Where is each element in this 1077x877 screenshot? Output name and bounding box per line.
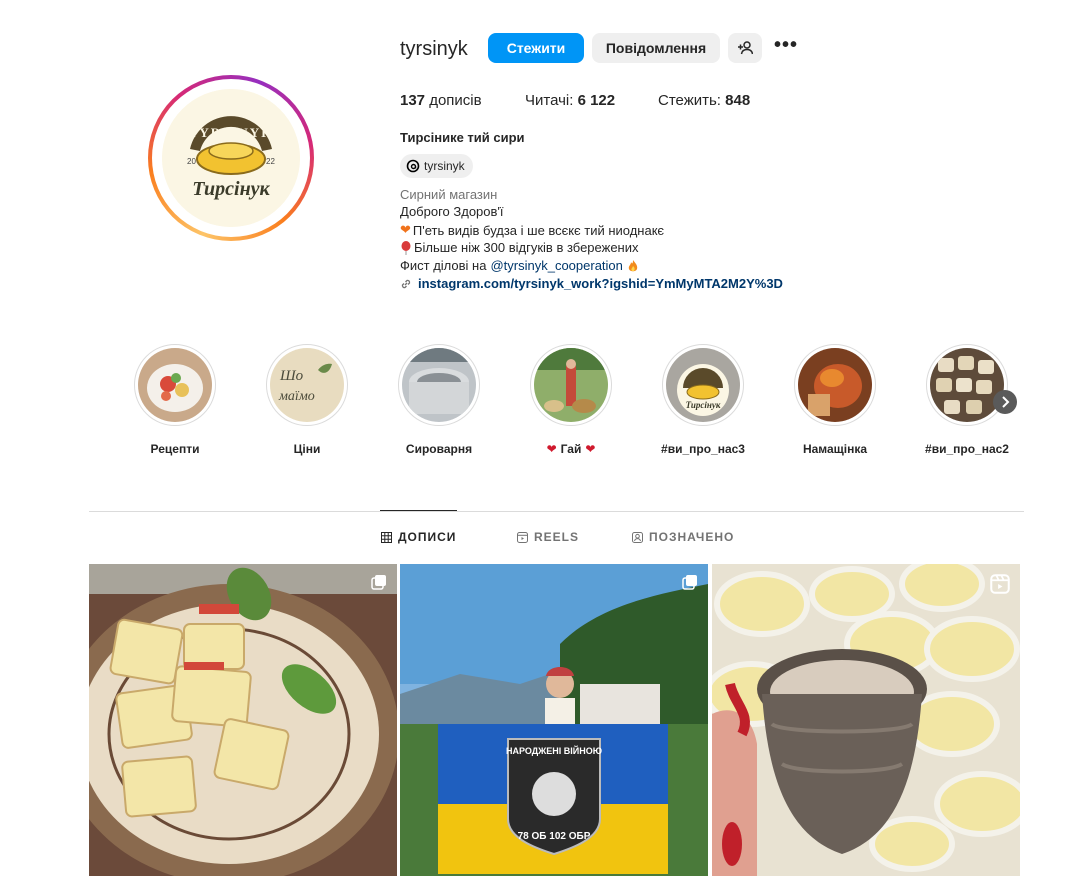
chevron-right-icon[interactable]	[993, 390, 1017, 414]
bio-line-2-row: ❤ П'еть видів будза і ше всєкє тий ниодн…	[400, 222, 664, 238]
posts-count: 137	[400, 92, 426, 109]
suggest-user-button[interactable]	[728, 33, 762, 63]
orange-heart-icon: ❤	[400, 222, 411, 237]
follow-button[interactable]: Стежити	[488, 33, 584, 63]
tab-tagged[interactable]: ПОЗНАЧЕНО	[632, 530, 734, 544]
highlight-cheese-dairy-thumbnail	[402, 348, 476, 422]
posts-stat: 137 дописів	[400, 92, 482, 109]
highlight-recipes[interactable]: Рецепти	[130, 344, 220, 456]
post-image: НАРОДЖЕНІ ВІЙНОЮ 78 OБ 102 ОБР	[400, 564, 708, 876]
threads-icon	[406, 159, 420, 173]
post-thumbnail-sandwiches[interactable]	[89, 564, 397, 876]
external-link[interactable]: instagram.com/tyrsinyk_work?igshid=YmMyM…	[418, 276, 783, 291]
post-thumbnail-flag[interactable]: НАРОДЖЕНІ ВІЙНОЮ 78 OБ 102 ОБР	[400, 564, 708, 876]
post-image	[89, 564, 397, 876]
highlight-recipes-thumbnail	[138, 348, 212, 422]
post-image	[712, 564, 1020, 876]
highlight-label: Рецепти	[150, 442, 200, 456]
highlight-grove[interactable]: ❤ Гай ❤	[526, 344, 616, 456]
svg-text:22: 22	[266, 157, 275, 166]
followers-stat[interactable]: Читачі: 6 122	[525, 92, 615, 109]
highlight-spread-thumbnail	[798, 348, 872, 422]
following-count: 848	[725, 92, 751, 109]
tagged-icon	[632, 531, 643, 543]
reels-icon	[517, 531, 528, 543]
highlight-reviews-3[interactable]: Тирсінук #ви_про_нас3	[658, 344, 748, 456]
carousel-icon	[371, 575, 386, 590]
fire-icon	[628, 259, 638, 271]
followers-label: Читачі:	[525, 92, 574, 109]
highlight-prices-thumbnail: Шо маїмо	[270, 348, 344, 422]
red-heart-icon: ❤	[546, 442, 557, 456]
carousel-icon	[682, 575, 697, 590]
profile-avatar[interactable]: TYRSINYK 20 22 Тирсінук	[148, 75, 314, 241]
highlight-cheese-dairy[interactable]: Сироварня	[394, 344, 484, 456]
highlight-reviews-2-thumbnail	[930, 348, 1004, 422]
cooperation-mention-link[interactable]: @tyrsinyk_cooperation	[490, 258, 622, 273]
external-link-row[interactable]: instagram.com/tyrsinyk_work?igshid=YmMyM…	[400, 276, 783, 291]
brand-logo: TYRSINYK 20 22 Тирсінук	[162, 89, 300, 227]
tab-reels[interactable]: REELS	[517, 530, 579, 544]
highlight-grove-label-row: ❤ Гай ❤	[526, 442, 616, 456]
highlight-label: #ви_про_нас3	[661, 442, 745, 456]
grid-icon	[381, 531, 392, 543]
category-label: Сирний магазин	[400, 187, 498, 202]
svg-text:78 OБ 102 ОБР: 78 OБ 102 ОБР	[518, 831, 591, 842]
bio-line-3-row: Більше ніж 300 відгуків в збережених	[400, 240, 639, 255]
svg-text:Тирсінук: Тирсінук	[192, 178, 270, 200]
svg-text:Шо: Шо	[279, 368, 304, 384]
highlight-label: Ціни	[293, 442, 321, 456]
username: tyrsinyk	[400, 38, 468, 60]
highlight-reviews-3-thumbnail: Тирсінук	[666, 348, 740, 422]
balloon-icon	[401, 240, 411, 255]
tab-reels-label: REELS	[534, 530, 580, 544]
highlight-label: Гай	[560, 442, 582, 456]
following-stat[interactable]: Стежить: 848	[658, 92, 750, 109]
tab-divider	[89, 511, 1024, 512]
highlight-spread[interactable]: Намащінка	[790, 344, 880, 456]
bio-line-4-row: Фист ділові на @tyrsinyk_cooperation	[400, 258, 639, 273]
full-name: Тирсінике тий сири	[400, 130, 525, 145]
bio-line-3: Більше ніж 300 відгуків в збережених	[414, 240, 639, 255]
following-label: Стежить:	[658, 92, 721, 109]
highlight-label: Намащінка	[802, 442, 868, 456]
svg-text:НАРОДЖЕНІ ВІЙНОЮ: НАРОДЖЕНІ ВІЙНОЮ	[506, 745, 602, 756]
posts-label: дописів	[429, 92, 482, 109]
active-tab-indicator	[380, 510, 457, 511]
link-icon	[401, 279, 411, 288]
highlight-label: #ви_про_нас2	[925, 442, 1009, 456]
svg-text:20: 20	[187, 157, 196, 166]
svg-text:маїмо: маїмо	[278, 389, 315, 404]
threads-handle: tyrsinyk	[424, 159, 465, 173]
highlight-prices[interactable]: Шо маїмо Ціни	[262, 344, 352, 456]
bio-line-2: П'еть видів будза і ше всєкє тий ниоднак…	[412, 222, 665, 238]
red-heart-icon: ❤	[585, 442, 596, 456]
highlight-grove-thumbnail	[534, 348, 608, 422]
message-button[interactable]: Повідомлення	[592, 33, 720, 63]
bio-line-1: Доброго Здоров'ї	[400, 204, 504, 219]
tab-posts[interactable]: ДОПИСИ	[381, 530, 456, 544]
highlight-label: Сироварня	[405, 442, 473, 456]
add-user-icon	[738, 41, 753, 55]
post-thumbnail-coffee[interactable]	[712, 564, 1020, 876]
tab-tagged-label: ПОЗНАЧЕНО	[649, 530, 735, 544]
svg-text:Тирсінук: Тирсінук	[686, 400, 721, 410]
reels-icon	[990, 574, 1010, 594]
tab-posts-label: ДОПИСИ	[398, 530, 457, 544]
threads-badge[interactable]: tyrsinyk	[400, 154, 473, 178]
bio-line-4-prefix: Фист ділові на	[400, 258, 487, 273]
followers-count: 6 122	[577, 92, 616, 109]
more-options-icon[interactable]: •••	[774, 35, 800, 56]
svg-text:TYRSINYK: TYRSINYK	[189, 125, 274, 140]
